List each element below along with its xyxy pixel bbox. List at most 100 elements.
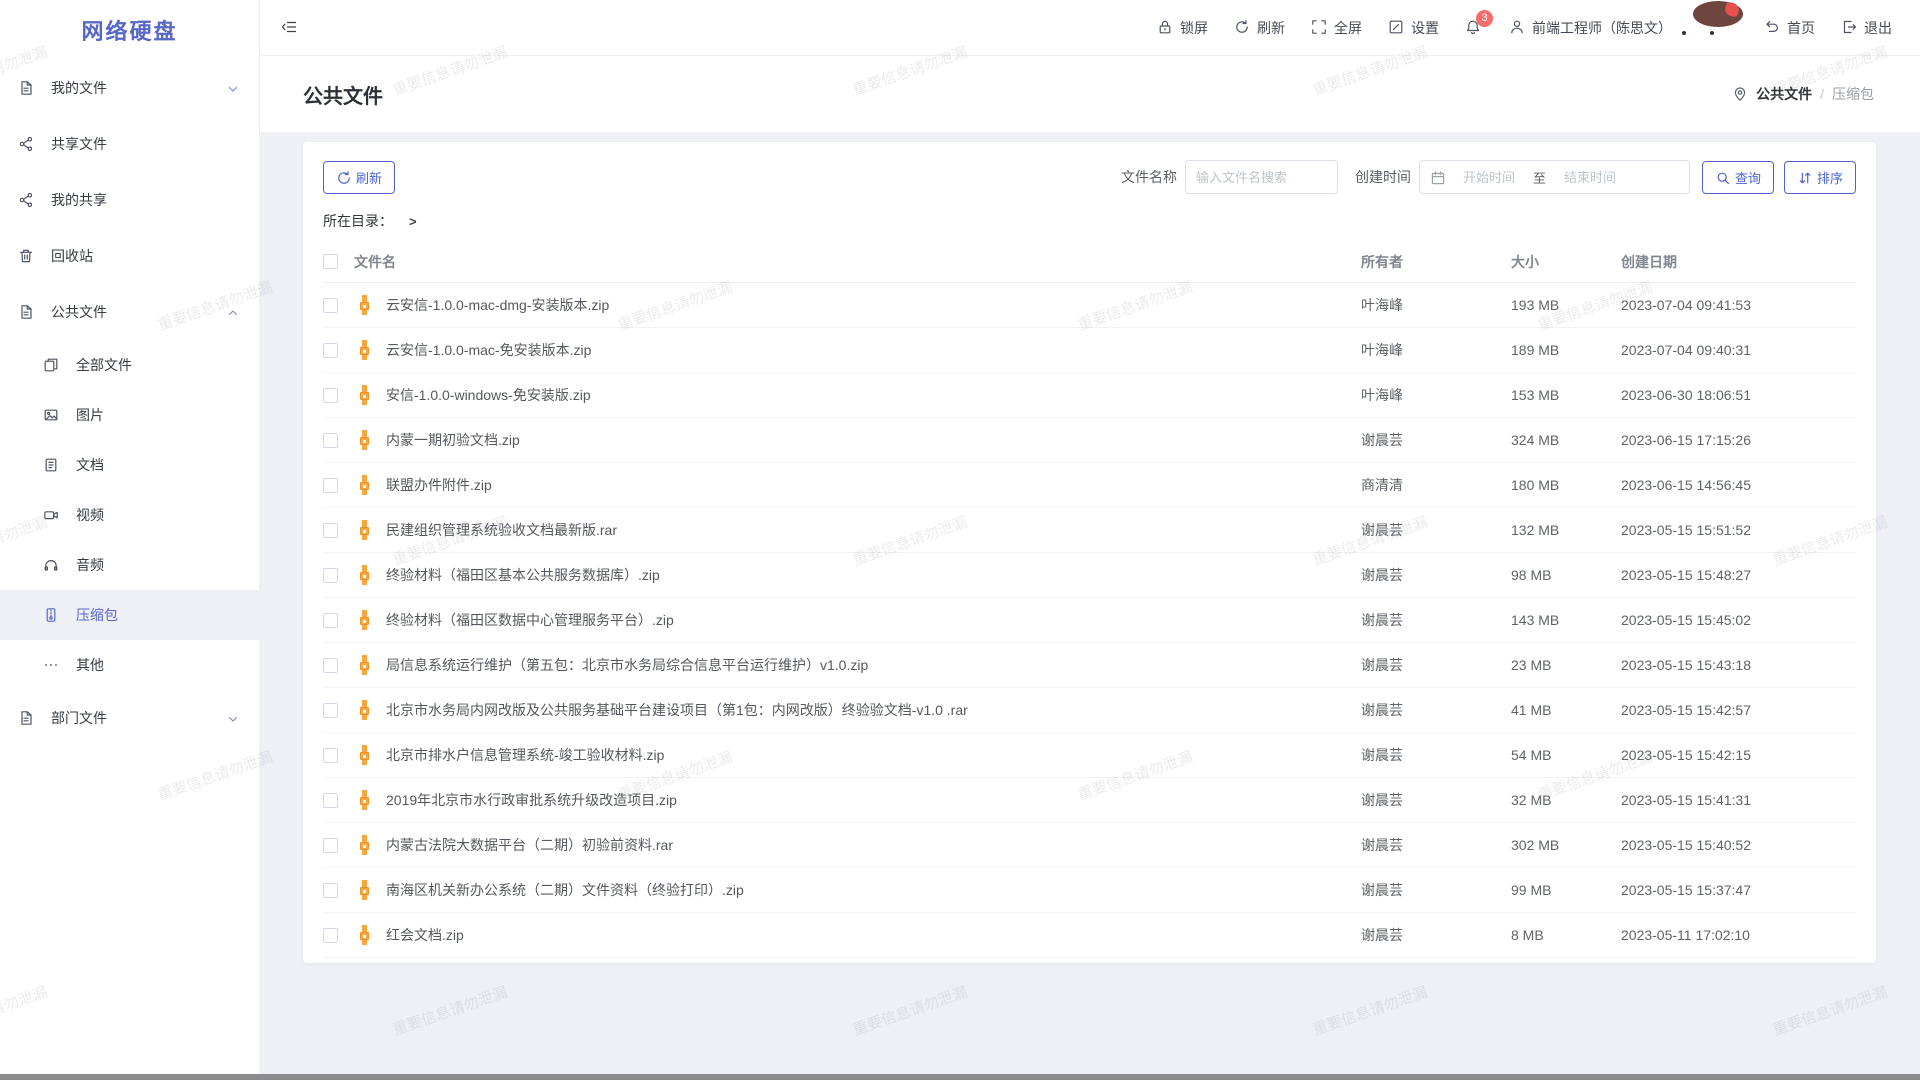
row-checkbox[interactable]	[323, 793, 338, 808]
file-name[interactable]: 2019年北京市水行政审批系统升级改造项目.zip	[386, 790, 677, 810]
row-checkbox[interactable]	[323, 748, 338, 763]
sidebar-item-videos[interactable]: 视频	[0, 490, 259, 540]
user-avatar[interactable]	[1698, 8, 1738, 48]
file-name[interactable]: 北京市水务局内网改版及公共服务基础平台建设项目（第1包：内网改版）终验验文档-v…	[386, 700, 968, 720]
date-range-picker[interactable]: 至	[1419, 160, 1690, 194]
table-row[interactable]: 北京市排水户信息管理系统-竣工验收材料.zip 谢晨芸 54 MB 2023-0…	[323, 733, 1856, 778]
end-date-input[interactable]	[1546, 170, 1634, 185]
sidebar-collapse-button[interactable]	[281, 19, 299, 37]
file-name[interactable]: 安信-1.0.0-windows-免安装版.zip	[386, 385, 591, 405]
row-checkbox[interactable]	[323, 568, 338, 583]
column-header-owner: 所有者	[1361, 252, 1511, 272]
sidebar-item-department-files[interactable]: 部门文件	[0, 690, 259, 746]
table-row[interactable]: 终验材料（福田区基本公共服务数据库）.zip 谢晨芸 98 MB 2023-05…	[323, 553, 1856, 598]
refresh-button[interactable]: 刷新	[1234, 18, 1285, 38]
row-checkbox[interactable]	[323, 613, 338, 628]
table-row[interactable]: 终验材料（福田区数据中心管理服务平台）.zip 谢晨芸 143 MB 2023-…	[323, 598, 1856, 643]
sidebar-item-public-files[interactable]: 公共文件	[0, 284, 259, 340]
zip-file-icon	[354, 610, 374, 630]
table-row[interactable]: 联盟办件附件.zip 商清清 180 MB 2023-06-15 14:56:4…	[323, 463, 1856, 508]
fullscreen-button[interactable]: 全屏	[1311, 18, 1362, 38]
date-range-to: 至	[1533, 168, 1546, 187]
table-row[interactable]: 南海区机关新办公系统（二期）文件资料（终验打印）.zip 谢晨芸 99 MB 2…	[323, 868, 1856, 913]
document-icon	[43, 457, 59, 473]
user-menu[interactable]: 前端工程师（陈思文）	[1509, 18, 1672, 38]
row-checkbox[interactable]	[323, 478, 338, 493]
file-name[interactable]: 红会文档.zip	[386, 925, 464, 945]
home-button[interactable]: 首页	[1764, 18, 1815, 38]
sidebar-item-my-shares[interactable]: 我的共享	[0, 172, 259, 228]
settings-icon	[1388, 19, 1405, 36]
file-name[interactable]: 民建组织管理系统验收文档最新版.rar	[386, 520, 617, 540]
list-refresh-button[interactable]: 刷新	[323, 161, 395, 194]
fullscreen-icon	[1311, 19, 1328, 36]
row-checkbox[interactable]	[323, 523, 338, 538]
sidebar-item-archives[interactable]: 压缩包	[0, 590, 259, 640]
zip-file-icon	[354, 835, 374, 855]
row-checkbox[interactable]	[323, 883, 338, 898]
table-row[interactable]: 内蒙一期初验文档.zip 谢晨芸 324 MB 2023-06-15 17:15…	[323, 418, 1856, 463]
share-icon	[18, 136, 34, 152]
filename-search-input[interactable]	[1185, 160, 1338, 194]
row-checkbox[interactable]	[323, 343, 338, 358]
sidebar-item-documents[interactable]: 文档	[0, 440, 259, 490]
back-arrow-icon	[1764, 19, 1781, 36]
file-size: 324 MB	[1511, 432, 1621, 448]
file-name[interactable]: 云安信-1.0.0-mac-免安装版本.zip	[386, 340, 591, 360]
row-checkbox[interactable]	[323, 298, 338, 313]
sidebar-item-audio[interactable]: 音频	[0, 540, 259, 590]
notifications-button[interactable]: 3	[1465, 19, 1483, 37]
query-button[interactable]: 查询	[1702, 161, 1774, 194]
table-row[interactable]: 民建组织管理系统验收文档最新版.rar 谢晨芸 132 MB 2023-05-1…	[323, 508, 1856, 553]
file-list-card: 刷新 文件名称 创建时间 至	[303, 142, 1876, 963]
table-row[interactable]: 云安信-1.0.0-mac-dmg-安装版本.zip 叶海峰 193 MB 20…	[323, 283, 1856, 328]
file-name[interactable]: 局信息系统运行维护（第五包：北京市水务局综合信息平台运行维护）v1.0.zip	[386, 655, 868, 675]
file-name[interactable]: 北京市排水户信息管理系统-竣工验收材料.zip	[386, 745, 664, 765]
file-date: 2023-05-15 15:41:31	[1621, 792, 1856, 808]
sidebar-item-recycle-bin[interactable]: 回收站	[0, 228, 259, 284]
table-row[interactable]: 内蒙古法院大数据平台（二期）初验前资料.rar 谢晨芸 302 MB 2023-…	[323, 823, 1856, 868]
select-all-checkbox[interactable]	[323, 254, 338, 269]
lock-icon	[1157, 19, 1174, 36]
row-checkbox[interactable]	[323, 928, 338, 943]
file-name[interactable]: 内蒙古法院大数据平台（二期）初验前资料.rar	[386, 835, 673, 855]
screen-bottom-strip	[0, 1074, 1920, 1080]
table-row[interactable]: 北京市水务局内网改版及公共服务基础平台建设项目（第1包：内网改版）终验验文档-v…	[323, 688, 1856, 733]
file-name[interactable]: 终验材料（福田区基本公共服务数据库）.zip	[386, 565, 660, 585]
file-size: 8 MB	[1511, 927, 1621, 943]
sidebar-item-all-files[interactable]: 全部文件	[0, 340, 259, 390]
sidebar-item-images[interactable]: 图片	[0, 390, 259, 440]
lock-screen-button[interactable]: 锁屏	[1157, 18, 1208, 38]
row-checkbox[interactable]	[323, 433, 338, 448]
directory-root-arrow[interactable]: >	[409, 214, 417, 229]
table-row[interactable]: 红会文档.zip 谢晨芸 8 MB 2023-05-11 17:02:10	[323, 913, 1856, 958]
table-row[interactable]: 安信-1.0.0-windows-免安装版.zip 叶海峰 153 MB 202…	[323, 373, 1856, 418]
row-checkbox[interactable]	[323, 838, 338, 853]
settings-button[interactable]: 设置	[1388, 18, 1439, 38]
table-row[interactable]: 局信息系统运行维护（第五包：北京市水务局综合信息平台运行维护）v1.0.zip …	[323, 643, 1856, 688]
table-row[interactable]: 云安信-1.0.0-mac-免安装版本.zip 叶海峰 189 MB 2023-…	[323, 328, 1856, 373]
breadcrumb-root[interactable]: 公共文件	[1756, 84, 1812, 104]
logout-button[interactable]: 退出	[1841, 18, 1892, 38]
file-name[interactable]: 南海区机关新办公系统（二期）文件资料（终验打印）.zip	[386, 880, 744, 900]
file-name[interactable]: 联盟办件附件.zip	[386, 475, 492, 495]
sort-button[interactable]: 排序	[1784, 161, 1856, 194]
sidebar-item-shared-files[interactable]: 共享文件	[0, 116, 259, 172]
current-directory-label: 所在目录：	[323, 211, 393, 231]
row-checkbox[interactable]	[323, 703, 338, 718]
file-name[interactable]: 内蒙一期初验文档.zip	[386, 430, 520, 450]
sidebar-item-others[interactable]: 其他	[0, 640, 259, 690]
file-owner: 谢晨芸	[1361, 925, 1511, 945]
file-name[interactable]: 云安信-1.0.0-mac-dmg-安装版本.zip	[386, 295, 609, 315]
start-date-input[interactable]	[1445, 170, 1533, 185]
sidebar-item-my-files[interactable]: 我的文件	[0, 60, 259, 116]
table-row[interactable]: 2019年北京市水行政审批系统升级改造项目.zip 谢晨芸 32 MB 2023…	[323, 778, 1856, 823]
file-size: 99 MB	[1511, 882, 1621, 898]
row-checkbox[interactable]	[323, 658, 338, 673]
row-checkbox[interactable]	[323, 388, 338, 403]
file-date: 2023-05-15 15:42:57	[1621, 702, 1856, 718]
header-actions: 锁屏 刷新 全屏 设置 3	[1157, 8, 1892, 48]
file-size: 54 MB	[1511, 747, 1621, 763]
file-name[interactable]: 终验材料（福田区数据中心管理服务平台）.zip	[386, 610, 674, 630]
file-owner: 谢晨芸	[1361, 835, 1511, 855]
